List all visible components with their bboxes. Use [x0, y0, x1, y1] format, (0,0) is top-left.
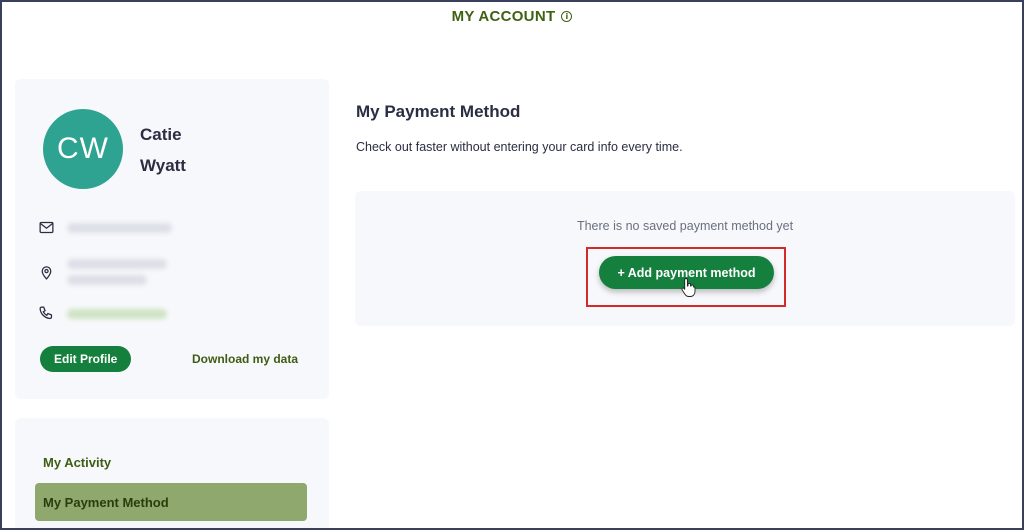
empty-state-text: There is no saved payment method yet [576, 219, 794, 233]
section-description: Check out faster without entering your c… [356, 140, 683, 154]
edit-profile-button[interactable]: Edit Profile [40, 346, 132, 372]
location-pin-icon [41, 265, 52, 280]
address-value-redacted [67, 259, 167, 285]
nav-item-my-payment-method[interactable]: My Payment Method [35, 483, 307, 521]
avatar: CW [43, 109, 123, 189]
phone-value-redacted [67, 308, 167, 319]
page-header: MY ACCOUNT i [2, 8, 1022, 25]
hand-cursor-icon [681, 278, 696, 297]
user-last-name: Wyatt [140, 156, 186, 175]
payment-methods-panel: There is no saved payment method yet + A… [355, 191, 1015, 326]
page-title: MY ACCOUNT [451, 8, 556, 25]
profile-card: CW Catie Wyatt Edit Profile Download my … [15, 79, 329, 399]
download-data-link[interactable]: Download my data [192, 352, 298, 366]
user-first-name: Catie [140, 125, 182, 144]
mail-icon [39, 221, 54, 234]
email-value-redacted [67, 222, 172, 233]
section-title: My Payment Method [356, 102, 521, 121]
address-row [38, 259, 167, 285]
email-row [38, 219, 172, 236]
info-icon[interactable]: i [561, 11, 573, 22]
app-window: MY ACCOUNT i CW Catie Wyatt Edit Profile… [0, 0, 1024, 530]
account-nav: My Activity My Payment Method [15, 418, 329, 528]
user-name: Catie Wyatt [140, 119, 280, 181]
nav-item-my-activity[interactable]: My Activity [35, 443, 307, 481]
phone-icon [39, 306, 53, 320]
phone-row [38, 305, 167, 322]
